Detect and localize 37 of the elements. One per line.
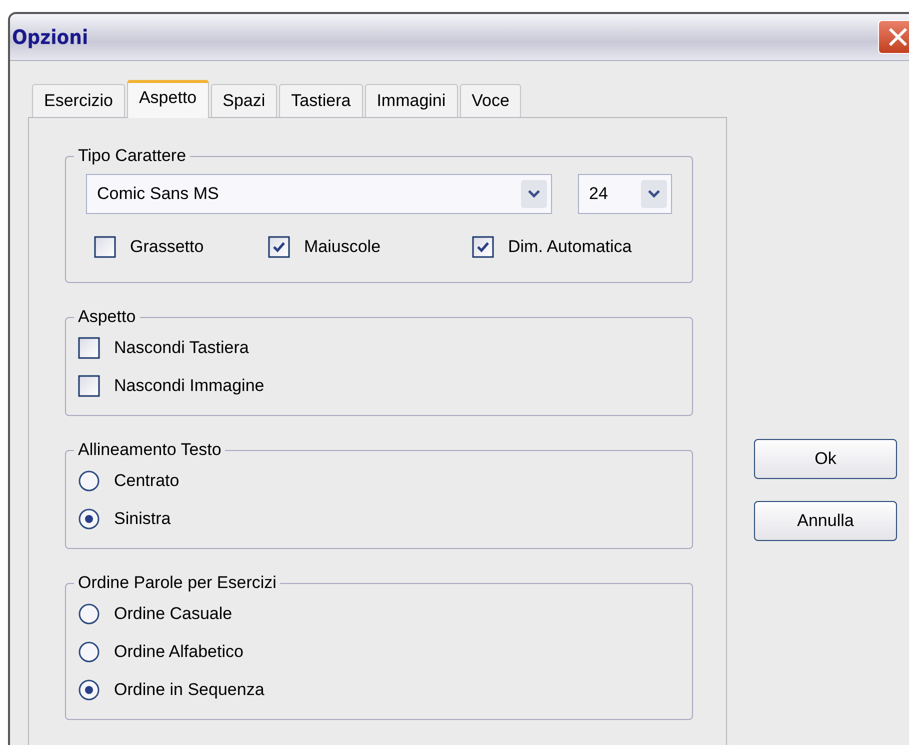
radio-button[interactable]: [78, 679, 100, 701]
checkbox-label: Nascondi Immagine: [114, 376, 264, 396]
tab[interactable]: Aspetto: [126, 80, 209, 118]
radio-label: Ordine in Sequenza: [114, 680, 264, 700]
checkbox-label: Maiuscole: [304, 237, 381, 257]
close-button[interactable]: [878, 20, 909, 54]
checkbox[interactable]: [78, 337, 100, 359]
radio-label: Ordine Casuale: [114, 604, 232, 624]
checkbox-label: Grassetto: [130, 237, 204, 257]
radio-label: Sinistra: [114, 509, 171, 529]
checkbox-label: Nascondi Tastiera: [114, 338, 249, 358]
group-title: Ordine Parole per Esercizi: [77, 573, 278, 593]
dropdown[interactable]: 24: [578, 174, 672, 214]
close-icon: [886, 26, 909, 48]
tab[interactable]: Esercizio: [32, 84, 125, 117]
dialog-button[interactable]: Ok: [754, 439, 897, 479]
group-title: Allineamento Testo: [77, 440, 222, 460]
radio-label: Centrato: [114, 471, 180, 491]
radio-button[interactable]: [78, 470, 100, 492]
radio-button[interactable]: [78, 603, 100, 625]
radio-button[interactable]: [78, 641, 100, 663]
tab[interactable]: Immagini: [364, 84, 458, 117]
checkbox[interactable]: [94, 236, 116, 258]
window-title: Opzioni: [11, 25, 88, 49]
radio-label: Ordine Alfabetico: [114, 642, 244, 662]
tab[interactable]: Voce: [460, 84, 522, 117]
group-title: Tipo Carattere: [77, 146, 188, 166]
checkbox[interactable]: [472, 236, 494, 258]
dropdown[interactable]: Comic Sans MS: [86, 174, 552, 214]
radio-button[interactable]: [78, 508, 100, 530]
group-title: Aspetto: [77, 307, 137, 327]
tab[interactable]: Tastiera: [279, 84, 363, 117]
checkbox[interactable]: [268, 236, 290, 258]
dialog-button[interactable]: Annulla: [754, 501, 897, 541]
tab[interactable]: Spazi: [210, 84, 278, 117]
checkbox[interactable]: [78, 375, 100, 397]
checkbox-label: Dim. Automatica: [508, 237, 632, 257]
